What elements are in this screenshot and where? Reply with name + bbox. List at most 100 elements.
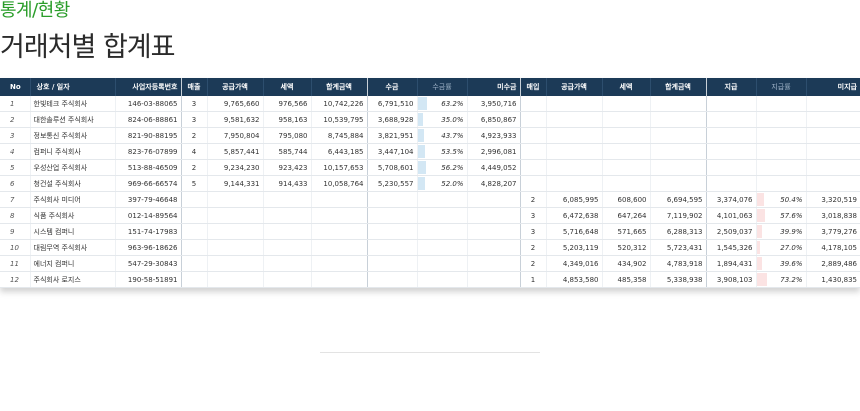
row-receivable: 2,996,081 [466,143,520,160]
row-collect-rate: 43.7% [416,127,467,144]
row-unpaid: 3,018,838 [805,207,860,224]
row-collect: 3,821,951 [366,127,417,144]
row-sales-tax [262,255,311,272]
row-no: 8 [0,207,30,224]
row-sales: 5 [180,175,207,192]
table-row[interactable]: 6 청건설 주식회사 969-66-66574 5 9,144,331 914,433 10… [0,175,860,192]
row-biz-number: 146-03-88065 [114,96,181,112]
row-pay-rate [755,96,806,112]
col-collect-rate[interactable]: 수금률 [416,78,467,96]
row-purchase [519,96,546,112]
table-row[interactable]: 4 컴퍼니 주식회사 823-76-07899 4 5,857,441 585,744 6,… [0,143,860,160]
col-sales-tax[interactable]: 세액 [262,78,311,96]
row-sales-total [310,191,367,208]
row-collect-rate: 52.0% [416,175,467,192]
row-purchase-tax: 647,264 [601,207,650,224]
row-sales-total: 10,742,226 [310,96,367,112]
col-sales-total[interactable]: 합계금액 [310,78,367,96]
row-name: 대한솔루션 주식회사 [29,111,115,128]
col-sales[interactable]: 매출 [180,78,207,96]
table-row[interactable]: 2 대한솔루션 주식회사 824-06-88861 3 9,581,632 958,163… [0,111,860,128]
row-sales-supply [206,207,263,224]
row-collect [366,255,417,272]
col-receivable[interactable]: 미수금 [466,78,520,96]
row-collect [366,223,417,240]
row-purchase-supply: 6,472,638 [545,207,602,224]
row-name: 에너지 컴퍼니 [29,255,115,272]
collect-rate-bar [418,97,427,110]
col-pay[interactable]: 지급 [705,78,756,96]
bottom-divider [320,352,540,353]
row-purchase-tax [601,159,650,176]
col-purchase-supply[interactable]: 공급가액 [545,78,602,96]
row-receivable: 4,449,052 [466,159,520,176]
row-purchase-total [649,159,706,176]
table-row[interactable]: 11 에너지 컴퍼니 547-29-30843 2 4,349,016 434,902 4,… [0,255,860,272]
page-title: 거래처별 합계표 [0,32,175,63]
row-biz-number: 012-14-89564 [114,207,181,224]
row-collect-rate [416,191,467,208]
col-purchase-tax[interactable]: 세액 [601,78,650,96]
row-pay-rate [755,111,806,128]
col-biz-number[interactable]: 사업자등록번호 [114,78,181,96]
table-row[interactable]: 7 주식회사 미디어 397-79-46648 2 6,085,995 608,600 6,… [0,191,860,208]
col-pay-rate[interactable]: 지급률 [755,78,806,96]
row-purchase: 1 [519,271,546,288]
row-pay [705,96,756,112]
table-row[interactable]: 12 주식회사 로지스 190-58-51891 1 4,853,580 485,358 5… [0,271,860,288]
row-purchase-tax [601,96,650,112]
table-header-row: No 상호 / 일자 사업자등록번호 매출 공급가액 세액 합계금액 수금 수금… [0,78,860,96]
row-no: 4 [0,143,30,160]
table-row[interactable]: 1 한빛테크 주식회사 146-03-88065 3 9,765,660 976,566 1… [0,96,860,112]
row-biz-number: 151-74-17983 [114,223,181,240]
section-title: 통계/현황 [0,0,70,21]
row-purchase-tax: 608,600 [601,191,650,208]
table-row[interactable]: 10 대림무역 주식회사 963-96-18626 2 5,203,119 520,312… [0,239,860,256]
row-biz-number: 969-66-66574 [114,175,181,192]
table-row[interactable]: 8 식품 주식회사 012-14-89564 3 6,472,638 647,264 7,1… [0,207,860,224]
row-sales [180,207,207,224]
row-name: 주식회사 로지스 [29,271,115,288]
row-pay-rate: 57.6% [755,207,806,224]
col-collect[interactable]: 수금 [366,78,417,96]
row-receivable [466,271,520,288]
row-no: 2 [0,111,30,128]
col-name[interactable]: 상호 / 일자 [29,78,115,96]
row-sales-supply: 9,765,660 [206,96,263,112]
row-pay: 3,908,103 [705,271,756,288]
col-sales-supply[interactable]: 공급가액 [206,78,263,96]
row-purchase-supply [545,143,602,160]
row-no: 5 [0,159,30,176]
col-purchase[interactable]: 매입 [519,78,546,96]
row-no: 7 [0,191,30,208]
row-collect: 5,708,601 [366,159,417,176]
row-sales-tax: 958,163 [262,111,311,128]
table-row[interactable]: 3 정보통신 주식회사 821-90-88195 2 7,950,804 795,080 8… [0,127,860,144]
row-pay-rate: 73.2% [755,271,806,288]
row-purchase-total [649,127,706,144]
row-purchase-supply: 4,349,016 [545,255,602,272]
row-purchase-total: 4,783,918 [649,255,706,272]
row-pay-rate [755,127,806,144]
row-sales: 2 [180,159,207,176]
row-purchase: 2 [519,239,546,256]
row-purchase [519,175,546,192]
row-purchase: 2 [519,191,546,208]
row-sales [180,255,207,272]
row-pay: 1,545,326 [705,239,756,256]
row-biz-number: 397-79-46648 [114,191,181,208]
row-unpaid [805,111,860,128]
row-name: 대림무역 주식회사 [29,239,115,256]
table-row[interactable]: 5 우성산업 주식회사 513-88-46509 2 9,234,230 923,423 1… [0,159,860,176]
row-unpaid: 4,178,105 [805,239,860,256]
row-purchase-total [649,143,706,160]
col-purchase-total[interactable]: 합계금액 [649,78,706,96]
col-unpaid[interactable]: 미지급 [805,78,860,96]
col-no[interactable]: No [0,78,30,96]
table-row[interactable]: 9 시스템 컴퍼니 151-74-17983 3 5,716,648 571,665 6,2… [0,223,860,240]
row-sales-tax: 795,080 [262,127,311,144]
row-purchase-total: 6,694,595 [649,191,706,208]
row-purchase [519,127,546,144]
row-purchase [519,159,546,176]
collect-rate-bar [418,145,426,158]
